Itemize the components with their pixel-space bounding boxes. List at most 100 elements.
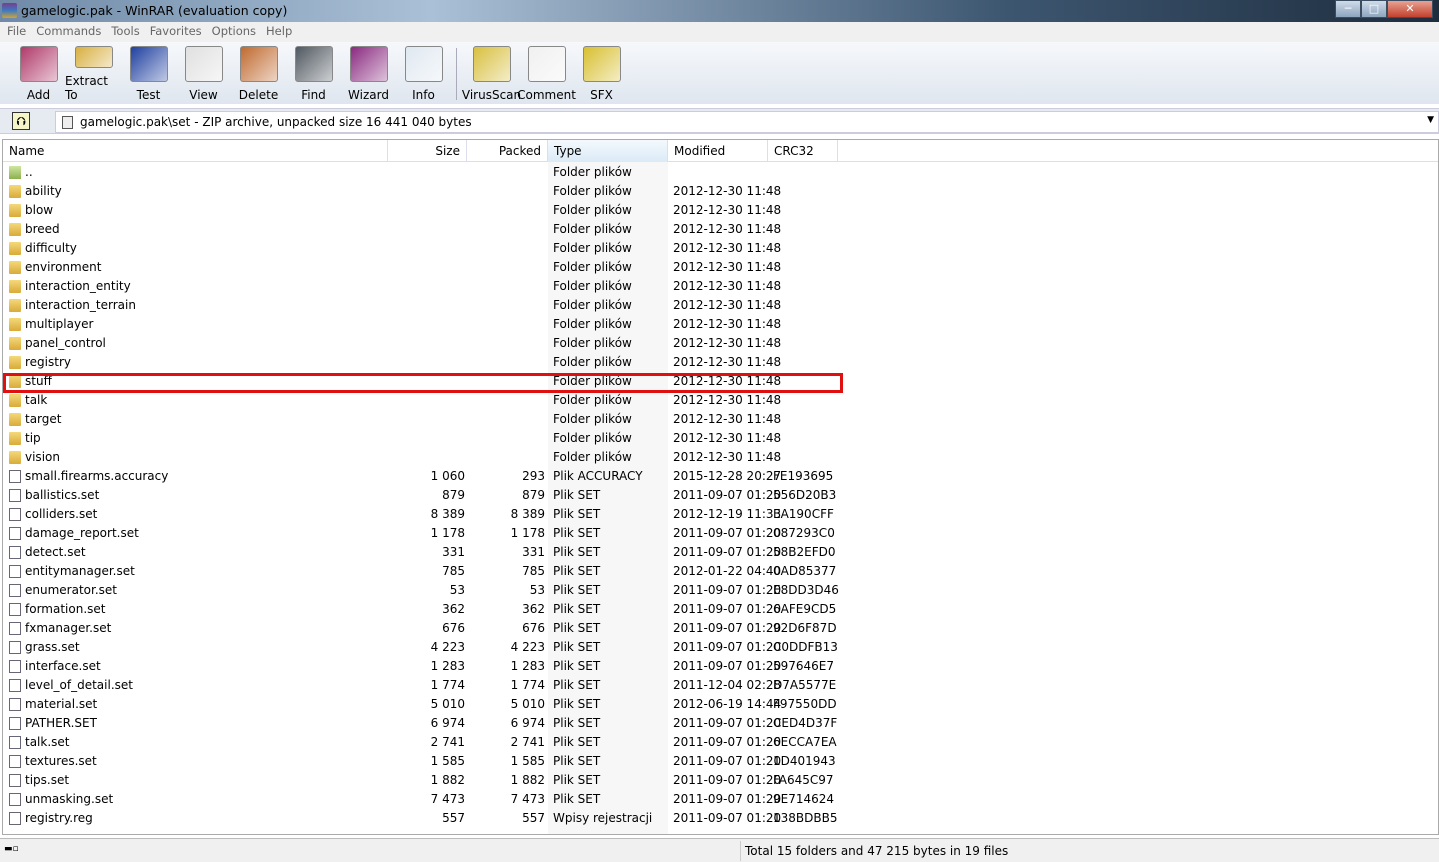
maximize-button[interactable]: □ (1361, 0, 1387, 18)
toolbar-button-add[interactable]: Add (10, 42, 67, 102)
menu-favorites[interactable]: Favorites (145, 22, 207, 42)
cell-modified: 2012-12-30 11:48 (673, 393, 782, 407)
table-row[interactable]: panel_control Folder plików 2012-12-30 11:… (3, 334, 839, 353)
cell-type: Folder plików (553, 184, 632, 198)
table-row[interactable]: breed Folder plików 2012-12-30 11:48 (3, 220, 839, 239)
table-row[interactable]: colliders.set 8 389 8 389 Plik SET 2012-12-1… (3, 505, 839, 524)
table-row[interactable]: difficulty Folder plików 2012-12-30 11:48 (3, 239, 839, 258)
table-row[interactable]: interaction_entity Folder plików 2012-12-3… (3, 277, 839, 296)
cell-packed: 1 585 (510, 754, 545, 768)
cell-modified: 2012-01-22 04:40 (673, 564, 782, 578)
table-row[interactable]: damage_report.set 1 178 1 178 Plik SET 2011-… (3, 524, 839, 543)
table-row[interactable]: registry.reg 557 557 Wpisy rejestracji 2011-… (3, 809, 839, 828)
toolbar-button-wizard[interactable]: Wizard (340, 42, 397, 102)
cell-size: 879 (442, 488, 465, 502)
toolbar-button-find[interactable]: Find (285, 42, 342, 102)
toolbar-button-extract-to[interactable]: Extract To (65, 42, 122, 102)
table-row[interactable]: interface.set 1 283 1 283 Plik SET 2011-09-0… (3, 657, 839, 676)
cell-size: 53 (449, 583, 465, 597)
table-row[interactable]: tip Folder plików 2012-12-30 11:48 (3, 429, 839, 448)
cell-type: Plik SET (553, 507, 601, 521)
cell-modified: 2011-09-07 01:20 (673, 811, 782, 825)
table-row[interactable]: blow Folder plików 2012-12-30 11:48 (3, 201, 839, 220)
toolbar-button-delete[interactable]: Delete (230, 42, 287, 102)
table-row[interactable]: vision Folder plików 2012-12-30 11:48 (3, 448, 839, 467)
cell-modified: 2015-12-28 20:27 (673, 469, 782, 483)
table-row[interactable]: tips.set 1 882 1 882 Plik SET 2011-09-07 01:… (3, 771, 839, 790)
cell-type: Plik SET (553, 678, 601, 692)
table-row[interactable]: grass.set 4 223 4 223 Plik SET 2011-09-07 01… (3, 638, 839, 657)
column-header-size[interactable]: Size (388, 140, 467, 162)
table-row[interactable]: target Folder plików 2012-12-30 11:48 (3, 410, 839, 429)
delete-icon (239, 46, 278, 82)
table-row[interactable]: multiplayer Folder plików 2012-12-30 11:48 (3, 315, 839, 334)
column-header-type[interactable]: Type (548, 140, 668, 162)
toolbar-button-label: Find (301, 88, 326, 102)
cell-packed: 785 (522, 564, 545, 578)
minimize-button[interactable]: ─ (1335, 0, 1361, 18)
address-field[interactable]: gamelogic.pak\set - ZIP archive, unpacke… (55, 111, 1439, 133)
table-row[interactable]: entitymanager.set 785 785 Plik SET 2012-01-2… (3, 562, 839, 581)
table-row[interactable]: environment Folder plików 2012-12-30 11:48 (3, 258, 839, 277)
table-row[interactable]: formation.set 362 362 Plik SET 2011-09-07 01… (3, 600, 839, 619)
chevron-down-icon[interactable]: ▼ (1427, 115, 1434, 125)
toolbar-button-test[interactable]: Test (120, 42, 177, 102)
archive-icon (62, 116, 73, 129)
cell-crc: FE193695 (773, 469, 834, 483)
column-header-crc32[interactable]: CRC32 (768, 140, 838, 162)
cell-crc: 92D6F87D (773, 621, 837, 635)
table-row[interactable]: interaction_terrain Folder plików 2012-12-… (3, 296, 839, 315)
cell-type: Folder plików (553, 412, 632, 426)
cell-name: damage_report.set (25, 526, 139, 540)
menu-options[interactable]: Options (207, 22, 261, 42)
cell-name: detect.set (25, 545, 86, 559)
cell-name: ability (25, 184, 62, 198)
close-button[interactable]: ✕ (1387, 0, 1433, 18)
toolbar-button-virusscan[interactable]: VirusScan (462, 42, 521, 102)
table-row[interactable]: fxmanager.set 676 676 Plik SET 2011-09-07 01… (3, 619, 839, 638)
table-row[interactable]: PATHER.SET 6 974 6 974 Plik SET 2011-09-07 0… (3, 714, 839, 733)
column-header-modified[interactable]: Modified (668, 140, 768, 162)
toolbar-button-label: Test (136, 88, 161, 102)
toolbar-button-info[interactable]: Info (395, 42, 452, 102)
cell-size: 1 882 (430, 773, 465, 787)
table-row[interactable]: registry Folder plików 2012-12-30 11:48 (3, 353, 839, 372)
menu-commands[interactable]: Commands (31, 22, 106, 42)
find-icon (294, 46, 333, 82)
menu-tools[interactable]: Tools (106, 22, 144, 42)
virusscan-icon (472, 46, 511, 82)
table-row[interactable]: .. Folder plików (3, 163, 839, 182)
cell-name: interaction_entity (25, 279, 131, 293)
file-icon (9, 489, 21, 502)
cell-name: environment (25, 260, 102, 274)
table-row[interactable]: textures.set 1 585 1 585 Plik SET 2011-09-07… (3, 752, 839, 771)
column-header-name[interactable]: Name (3, 140, 388, 162)
cell-type: Plik SET (553, 792, 601, 806)
table-row[interactable]: level_of_detail.set 1 774 1 774 Plik SET 201… (3, 676, 839, 695)
cell-modified: 2012-12-30 11:48 (673, 279, 782, 293)
table-row[interactable]: small.firearms.accuracy 1 060 293 Plik ACCU… (3, 467, 839, 486)
cell-name: textures.set (25, 754, 97, 768)
table-row[interactable]: unmasking.set 7 473 7 473 Plik SET 2011-09-0… (3, 790, 839, 809)
cell-name: PATHER.SET (25, 716, 97, 730)
folder-icon (9, 432, 21, 445)
table-row[interactable]: enumerator.set 53 53 Plik SET 2011-09-07 01:… (3, 581, 839, 600)
table-row[interactable]: talk.set 2 741 2 741 Plik SET 2011-09-07 01:… (3, 733, 839, 752)
toolbar-button-sfx[interactable]: SFX (573, 42, 630, 102)
toolbar-button-comment[interactable]: Comment (517, 42, 576, 102)
cell-packed: 676 (522, 621, 545, 635)
toolbar-button-view[interactable]: View (175, 42, 232, 102)
cell-packed: 331 (522, 545, 545, 559)
menu-help[interactable]: Help (261, 22, 297, 42)
cell-name: panel_control (25, 336, 106, 350)
column-header-packed[interactable]: Packed (467, 140, 548, 162)
table-row[interactable]: detect.set 331 331 Plik SET 2011-09-07 01:20… (3, 543, 839, 562)
toolbar-button-label: Add (26, 88, 51, 102)
table-row[interactable]: ability Folder plików 2012-12-30 11:48 (3, 182, 839, 201)
up-folder-button[interactable]: ⮉ (12, 112, 30, 130)
table-row[interactable]: ballistics.set 879 879 Plik SET 2011-09-07 0… (3, 486, 839, 505)
cell-modified: 2012-12-30 11:48 (673, 412, 782, 426)
table-row[interactable]: talk Folder plików 2012-12-30 11:48 (3, 391, 839, 410)
table-row[interactable]: material.set 5 010 5 010 Plik SET 2012-06-19… (3, 695, 839, 714)
menu-file[interactable]: File (2, 22, 31, 42)
